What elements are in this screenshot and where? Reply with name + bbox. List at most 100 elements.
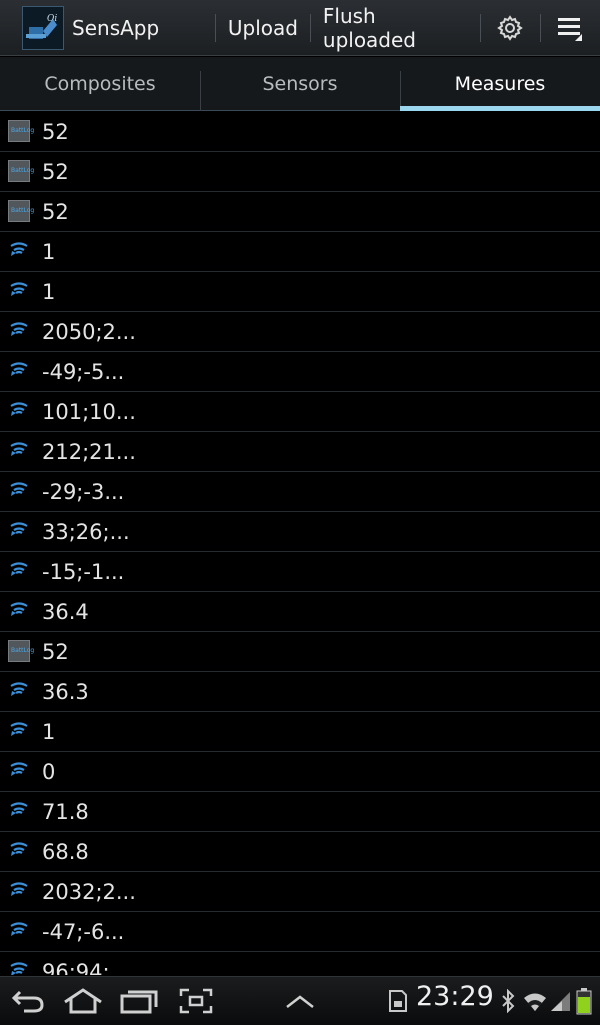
- wireless-sensor-icon: [8, 720, 30, 742]
- measure-value: 212;21...: [42, 440, 136, 464]
- wireless-sensor-icon: [8, 920, 30, 942]
- wireless-sensor-icon: [8, 520, 30, 542]
- measure-row[interactable]: 212;21...: [0, 432, 600, 472]
- measure-row[interactable]: 68.8: [0, 832, 600, 872]
- measure-row[interactable]: 2032;2...: [0, 872, 600, 912]
- measure-row[interactable]: 36.4: [0, 592, 600, 632]
- measure-row[interactable]: 71.8: [0, 792, 600, 832]
- back-icon: [11, 990, 44, 1013]
- measure-value: 52: [42, 160, 69, 184]
- wireless-sensor-icon: [8, 480, 30, 502]
- battery-sensor-icon: BattLog: [8, 160, 34, 182]
- measure-value: 36.3: [42, 680, 89, 704]
- measure-value: 71.8: [42, 800, 89, 824]
- measure-row[interactable]: -49;-5...: [0, 352, 600, 392]
- measure-value: -29;-3...: [42, 480, 125, 504]
- battery-sensor-icon: BattLog: [8, 640, 34, 662]
- measure-value: 33;26;...: [42, 520, 130, 544]
- wireless-sensor-icon: [8, 360, 30, 382]
- expand-tray-button[interactable]: [282, 985, 318, 1017]
- svg-text:Oi: Oi: [47, 14, 57, 24]
- gear-icon: [497, 14, 524, 41]
- wireless-sensor-icon: [8, 800, 30, 822]
- measure-row[interactable]: 101;10...: [0, 392, 600, 432]
- measure-row[interactable]: 36.3: [0, 672, 600, 712]
- measure-row[interactable]: 33;26;...: [0, 512, 600, 552]
- measure-value: -49;-5...: [42, 360, 125, 384]
- measure-row[interactable]: 1: [0, 272, 600, 312]
- measure-value: 1: [42, 280, 56, 304]
- wireless-sensor-icon: [8, 600, 30, 622]
- measure-value: 101;10...: [42, 400, 136, 424]
- measure-row[interactable]: 96;94;...: [0, 952, 600, 975]
- measure-row[interactable]: 1: [0, 232, 600, 272]
- wifi-icon: [522, 985, 548, 1017]
- measure-value: 36.4: [42, 600, 89, 624]
- action-bar: Oi SensApp Upload Flush uploaded: [0, 0, 600, 56]
- flush-uploaded-button[interactable]: Flush uploaded: [311, 0, 480, 56]
- wireless-sensor-icon: [8, 440, 30, 462]
- measure-row[interactable]: 2050;2...: [0, 312, 600, 352]
- measure-value: 1: [42, 240, 56, 264]
- battery-sensor-icon-label: BattLog: [11, 127, 35, 134]
- measure-row[interactable]: -29;-3...: [0, 472, 600, 512]
- measure-row[interactable]: 1: [0, 712, 600, 752]
- sd-card-icon: [386, 985, 410, 1017]
- wireless-sensor-icon: [8, 280, 30, 302]
- status-clock: 23:29: [416, 981, 494, 1012]
- battery-sensor-icon-label: BattLog: [11, 207, 35, 214]
- signal-icon: [550, 985, 572, 1017]
- tab-bar: Composites Sensors Measures: [0, 57, 600, 111]
- menu-icon: [558, 17, 583, 41]
- wireless-sensor-icon: [8, 880, 30, 902]
- wireless-sensor-icon: [8, 960, 30, 975]
- measure-value: 96;94;...: [42, 960, 130, 975]
- system-bar: 23:29: [0, 976, 600, 1025]
- battery-sensor-icon-label: BattLog: [11, 647, 35, 654]
- wireless-sensor-icon: [8, 400, 30, 422]
- measures-list[interactable]: BattLog 52 BattLog 52 BattLog 52 1 1 2050;2... -4…: [0, 112, 600, 975]
- bluetooth-icon: [500, 985, 516, 1017]
- battery-icon: [574, 985, 594, 1017]
- app-logo-icon[interactable]: Oi: [22, 5, 65, 50]
- tab-measures[interactable]: Measures: [400, 57, 600, 111]
- battery-sensor-icon: BattLog: [8, 120, 34, 142]
- tab-composites[interactable]: Composites: [0, 57, 200, 110]
- overflow-menu-button[interactable]: [541, 0, 600, 56]
- measure-row[interactable]: BattLog 52: [0, 632, 600, 672]
- recent-apps-icon: [120, 990, 158, 1014]
- measure-value: 1: [42, 720, 56, 744]
- measure-value: -47;-6...: [42, 920, 125, 944]
- measure-value: 52: [42, 200, 69, 224]
- wireless-sensor-icon: [8, 560, 30, 582]
- measure-value: 2032;2...: [42, 880, 136, 904]
- wireless-sensor-icon: [8, 320, 30, 342]
- measure-value: 52: [42, 640, 69, 664]
- settings-button[interactable]: [481, 0, 540, 56]
- battery-sensor-icon: BattLog: [8, 200, 34, 222]
- screenshot-icon: [179, 988, 213, 1014]
- measure-row[interactable]: -47;-6...: [0, 912, 600, 952]
- home-button[interactable]: [60, 985, 106, 1017]
- measure-row[interactable]: -15;-1...: [0, 552, 600, 592]
- screenshot-button[interactable]: [176, 985, 216, 1017]
- wireless-sensor-icon: [8, 680, 30, 702]
- wireless-sensor-icon: [8, 240, 30, 262]
- measure-value: 68.8: [42, 840, 89, 864]
- tab-sensors[interactable]: Sensors: [200, 57, 400, 111]
- measure-value: 52: [42, 120, 69, 144]
- upload-button[interactable]: Upload: [216, 0, 310, 56]
- measure-value: -15;-1...: [42, 560, 125, 584]
- measure-row[interactable]: BattLog 52: [0, 112, 600, 152]
- battery-sensor-icon-label: BattLog: [11, 167, 35, 174]
- home-icon: [64, 988, 102, 1014]
- measure-value: 2050;2...: [42, 320, 136, 344]
- recent-apps-button[interactable]: [118, 985, 160, 1017]
- measure-row[interactable]: BattLog 52: [0, 192, 600, 232]
- measure-value: 0: [42, 760, 56, 784]
- measure-row[interactable]: 0: [0, 752, 600, 792]
- back-button[interactable]: [6, 985, 50, 1017]
- chevron-up-icon: [286, 995, 314, 1008]
- measure-row[interactable]: BattLog 52: [0, 152, 600, 192]
- wireless-sensor-icon: [8, 760, 30, 782]
